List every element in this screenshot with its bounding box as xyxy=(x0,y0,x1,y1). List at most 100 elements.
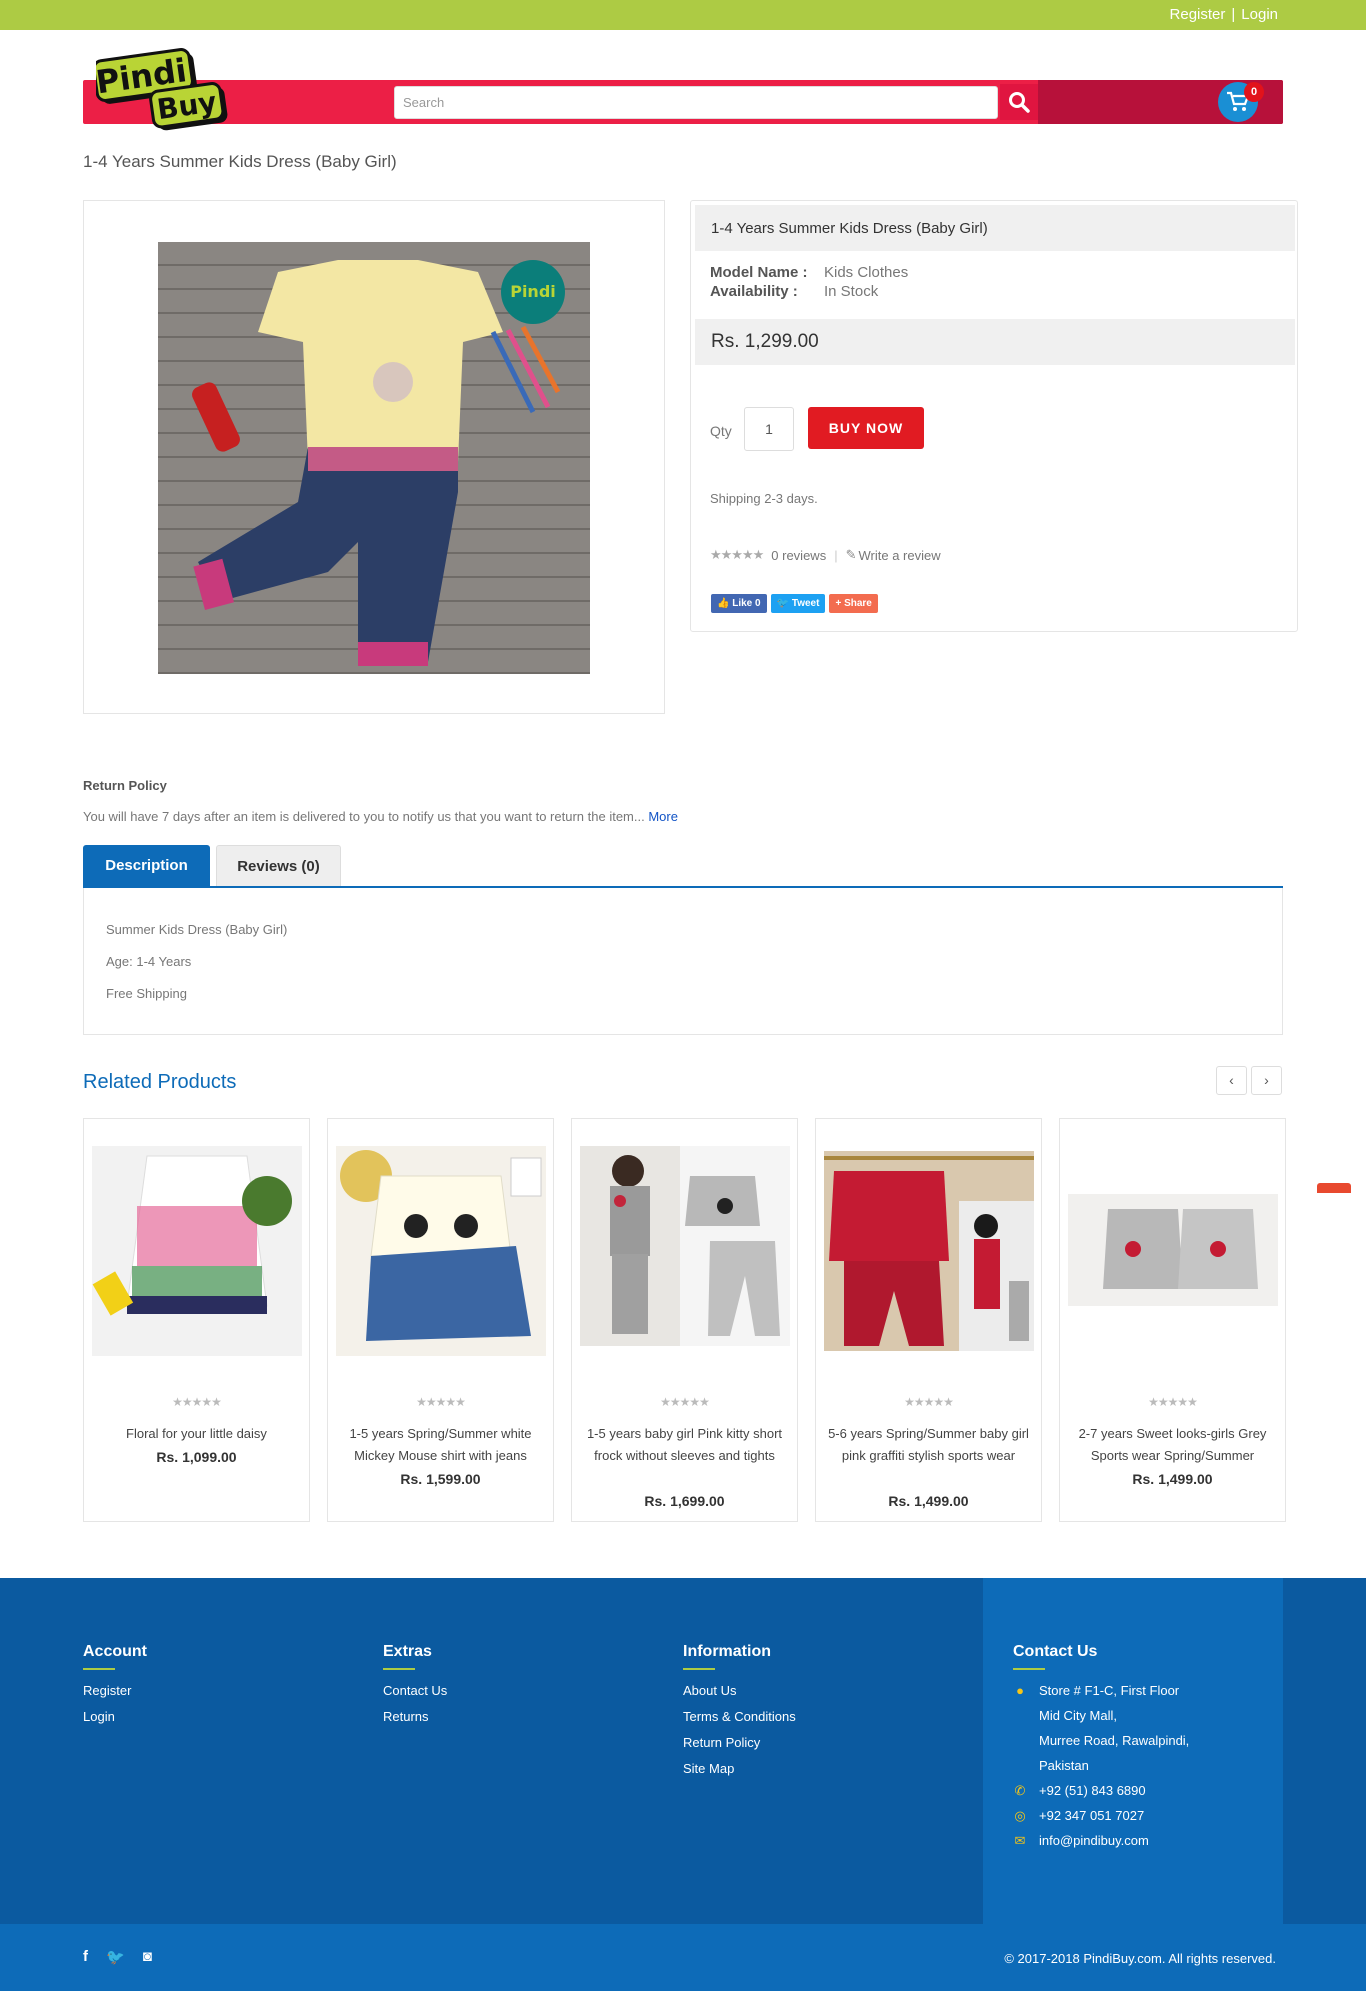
footer-heading: Information xyxy=(683,1643,771,1660)
product-card-name[interactable]: Floral for your little daisy xyxy=(94,1423,299,1445)
search-icon xyxy=(1009,92,1030,113)
address-line: Murree Road, Rawalpindi, xyxy=(1039,1733,1190,1748)
heading-underline xyxy=(1013,1668,1045,1670)
product-card[interactable]: ★★★★★ 2-7 years Sweet looks-girls Grey S… xyxy=(1059,1118,1286,1522)
phone-icon: ✆ xyxy=(1014,1783,1026,1798)
product-card-name[interactable]: 2-7 years Sweet looks-girls Grey Sports … xyxy=(1070,1423,1275,1467)
product-card-name[interactable]: 1-5 years baby girl Pink kitty short fro… xyxy=(582,1423,787,1467)
product-tabs: Description Reviews (0) xyxy=(83,845,1283,888)
model-label: Model Name : xyxy=(710,264,808,281)
twitter-icon[interactable]: 🐦 xyxy=(106,1948,125,1966)
footer-link-return-policy[interactable]: Return Policy xyxy=(683,1730,796,1756)
search-input[interactable]: Search xyxy=(394,86,998,119)
buy-now-button[interactable]: BUY NOW xyxy=(808,407,924,449)
like-label: Like 0 xyxy=(732,598,761,609)
share-button[interactable]: + Share xyxy=(829,594,878,613)
product-card[interactable]: ★★★★★ 1-5 years Spring/Summer white Mick… xyxy=(327,1118,554,1522)
shipping-info: Shipping 2-3 days. xyxy=(710,491,818,506)
qty-label: Qty xyxy=(710,423,732,439)
product-thumbnail[interactable] xyxy=(92,1146,302,1356)
reviews-link[interactable]: 0 reviews xyxy=(771,548,826,563)
instagram-icon[interactable]: ◙ xyxy=(143,1948,152,1966)
product-meta: Model Name : Kids Clothes Availability : I… xyxy=(710,263,908,301)
tweet-label: Tweet xyxy=(791,598,820,609)
availability-label: Availability : xyxy=(710,283,798,300)
envelope-icon: ✉ xyxy=(1014,1833,1026,1848)
description-panel: Summer Kids Dress (Baby Girl) Age: 1-4 Y… xyxy=(83,888,1283,1035)
footer-link-sitemap[interactable]: Site Map xyxy=(683,1756,796,1782)
footer-account: Account Register Login xyxy=(83,1643,147,1730)
product-thumbnail[interactable] xyxy=(580,1146,790,1346)
write-review-link[interactable]: Write a review xyxy=(859,548,941,563)
chevron-left-icon: ‹ xyxy=(1229,1072,1234,1088)
product-card-price: Rs. 1,599.00 xyxy=(400,1471,481,1487)
rating-stars-icon: ★★★★★ xyxy=(660,1395,710,1409)
link-separator: | xyxy=(1231,6,1236,23)
product-photo[interactable]: Pindi xyxy=(158,242,590,674)
footer-link-terms[interactable]: Terms & Conditions xyxy=(683,1704,796,1730)
carousel-next-button[interactable]: › xyxy=(1251,1066,1282,1095)
account-links: Register | Login xyxy=(1170,6,1278,23)
return-policy-more-link[interactable]: More xyxy=(648,809,678,824)
facebook-like-button[interactable]: 👍 Like 0 xyxy=(711,594,767,613)
footer-social-links: f 🐦 ◙ xyxy=(83,1948,152,1966)
product-card[interactable]: ★★★★★ Floral for your little daisy Rs. 1… xyxy=(83,1118,310,1522)
tab-reviews[interactable]: Reviews (0) xyxy=(216,845,341,886)
product-card-price: Rs. 1,499.00 xyxy=(888,1493,969,1509)
description-line: Age: 1-4 Years xyxy=(106,954,192,969)
product-thumbnail[interactable] xyxy=(824,1151,1034,1351)
heading-underline xyxy=(383,1668,415,1670)
address-line: Store # F1-C, First Floor xyxy=(1039,1683,1180,1698)
return-policy-body: You will have 7 days after an item is de… xyxy=(83,809,645,824)
thumbs-up-icon: 👍 xyxy=(717,598,730,609)
contact-whatsapp[interactable]: +92 347 051 7027 xyxy=(1039,1803,1144,1828)
register-link[interactable]: Register xyxy=(1170,6,1226,23)
footer-link-login[interactable]: Login xyxy=(83,1704,147,1730)
heading-underline xyxy=(83,1668,115,1670)
footer-link-register[interactable]: Register xyxy=(83,1678,147,1704)
tab-description[interactable]: Description xyxy=(83,845,210,886)
chevron-right-icon: › xyxy=(1264,1072,1269,1088)
rating-stars-icon: ★★★★★ xyxy=(416,1395,466,1409)
pencil-icon: ✎ xyxy=(845,547,857,562)
return-policy-text: You will have 7 days after an item is de… xyxy=(83,809,678,824)
product-card[interactable]: ★★★★★ 5-6 years Spring/Summer baby girl … xyxy=(815,1118,1042,1522)
top-bar: Register | Login xyxy=(0,0,1366,30)
rating-stars-icon: ★★★★★ xyxy=(904,1395,954,1409)
address-line: Pakistan xyxy=(1039,1758,1089,1773)
heading-underline xyxy=(683,1668,715,1670)
product-card-price: Rs. 1,499.00 xyxy=(1132,1471,1213,1487)
product-thumbnail[interactable] xyxy=(336,1146,546,1356)
plus-icon: + xyxy=(835,598,842,609)
product-card-name[interactable]: 1-5 years Spring/Summer white Mickey Mou… xyxy=(338,1423,543,1467)
footer-link-returns[interactable]: Returns xyxy=(383,1704,447,1730)
product-thumbnail[interactable] xyxy=(1068,1194,1278,1306)
footer-link-about[interactable]: About Us xyxy=(683,1678,796,1704)
footer-contact: Contact Us ● Store # F1-C, First Floor M… xyxy=(1013,1643,1189,1853)
carousel-prev-button[interactable]: ‹ xyxy=(1216,1066,1247,1095)
facebook-icon[interactable]: f xyxy=(83,1948,88,1966)
page-title: 1-4 Years Summer Kids Dress (Baby Girl) xyxy=(83,152,397,171)
product-image-box: Pindi xyxy=(83,200,665,714)
qty-input[interactable]: 1 xyxy=(744,407,794,451)
product-card-name[interactable]: 5-6 years Spring/Summer baby girl pink g… xyxy=(826,1423,1031,1467)
contact-address: Store # F1-C, First Floor Mid City Mall,… xyxy=(1039,1678,1189,1778)
search-button[interactable] xyxy=(1000,84,1038,120)
copyright: © 2017-2018 PindiBuy.com. All rights res… xyxy=(1004,1951,1276,1966)
product-price: Rs. 1,299.00 xyxy=(695,319,1295,365)
rating-divider: | xyxy=(834,547,838,563)
twitter-bird-icon: 🐦 xyxy=(776,598,790,609)
product-name: 1-4 Years Summer Kids Dress (Baby Girl) xyxy=(695,205,1295,251)
footer-link-contact[interactable]: Contact Us xyxy=(383,1678,447,1704)
contact-email[interactable]: info@pindibuy.com xyxy=(1039,1828,1149,1853)
contact-phone[interactable]: +92 (51) 843 6890 xyxy=(1039,1778,1146,1803)
product-card[interactable]: ★★★★★ 1-5 years baby girl Pink kitty sho… xyxy=(571,1118,798,1522)
product-info-panel: 1-4 Years Summer Kids Dress (Baby Girl) … xyxy=(690,200,1298,632)
site-logo[interactable]: Pindi Buy xyxy=(96,48,236,140)
footer-heading: Contact Us xyxy=(1013,1643,1098,1660)
feedback-tab[interactable] xyxy=(1317,1183,1351,1193)
whatsapp-icon: ◎ xyxy=(1014,1808,1026,1823)
login-link[interactable]: Login xyxy=(1241,6,1278,23)
tweet-button[interactable]: 🐦 Tweet xyxy=(770,594,826,613)
map-pin-icon: ● xyxy=(1016,1683,1024,1698)
